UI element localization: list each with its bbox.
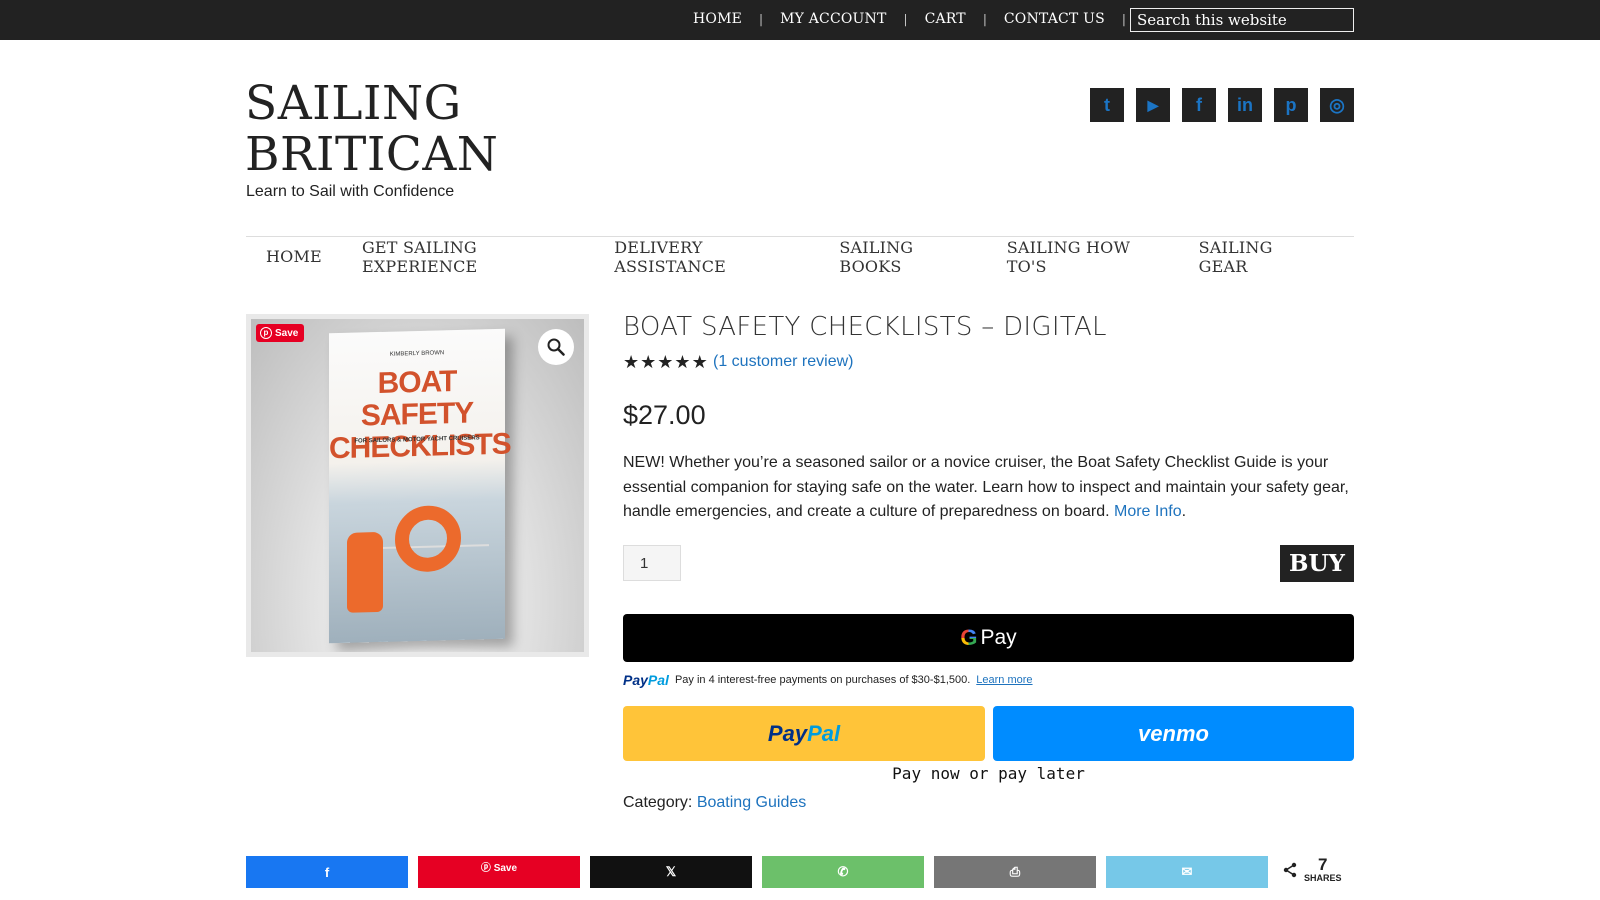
category-link[interactable]: Boating Guides	[697, 794, 806, 811]
product-price: $27.00	[623, 400, 706, 430]
paypal-logo: PayPal	[623, 672, 669, 688]
star-icon: ★	[623, 352, 640, 373]
print-icon: ⎙	[1009, 864, 1021, 879]
pinterest-save-button[interactable]: p Save	[256, 324, 305, 342]
topnav-separator: |	[759, 12, 764, 26]
learn-more-link[interactable]: Learn more	[976, 674, 1032, 686]
product-description-text: NEW! Whether you’re a seasoned sailor or…	[623, 454, 1349, 520]
share-email-button[interactable]: ✉	[1106, 856, 1268, 888]
site-title-line1: SAILING	[245, 76, 462, 131]
topnav-contact-us[interactable]: CONTACT US	[1004, 11, 1105, 27]
customer-review-link[interactable]: (1 customer review)	[713, 353, 853, 371]
topnav-home[interactable]: HOME	[693, 11, 742, 27]
share-facebook-button[interactable]: f	[246, 856, 408, 888]
pinterest-icon: p	[260, 327, 272, 339]
share-pinterest-label: Save	[493, 863, 518, 874]
mainnav-home[interactable]: HOME	[266, 247, 322, 266]
instagram-icon[interactable]: ◎	[1320, 88, 1354, 122]
social-links: t ▶ f in p ◎	[1090, 88, 1354, 122]
share-print-button[interactable]: ⎙	[934, 856, 1096, 888]
email-icon: ✉	[1181, 864, 1193, 879]
pinterest-save-label: Save	[275, 327, 299, 339]
youtube-icon[interactable]: ▶	[1136, 88, 1170, 122]
share-x-button[interactable]: 𝕏	[590, 856, 752, 888]
magnifier-icon	[547, 338, 565, 356]
pinterest-icon: ⓟ	[480, 863, 494, 874]
buoy-graphic	[347, 531, 383, 613]
book-author: KIMBERLY BROWN	[389, 350, 445, 358]
share-bar: f ⓟ Save 𝕏 ✆ ⎙ ✉	[246, 856, 1268, 888]
star-icon: ★	[691, 352, 708, 373]
product-category: Category: Boating Guides	[623, 794, 806, 812]
book-title: BOAT SAFETY CHECKLISTS	[329, 364, 511, 466]
twitter-icon[interactable]: t	[1090, 88, 1124, 122]
topnav-cart[interactable]: CART	[925, 11, 966, 27]
zoom-button[interactable]	[538, 329, 574, 365]
topnav-separator: |	[1121, 12, 1126, 26]
paypal-button[interactable]: Pay Pal	[623, 706, 985, 761]
google-pay-button[interactable]: G Pay	[623, 614, 1354, 662]
mainnav-get-sailing-experience[interactable]: GET SAILING EXPERIENCE	[362, 238, 574, 276]
paypal-pay-later-message: PayPal Pay in 4 interest-free payments o…	[623, 672, 1033, 688]
site-title[interactable]: SAILING BRITICAN	[245, 78, 498, 180]
venmo-label: venmo	[1138, 720, 1209, 746]
paypal-logo-part2: Pal	[647, 672, 669, 688]
paypal-button-label-part1: Pay	[767, 720, 808, 746]
topnav-my-account[interactable]: MY ACCOUNT	[780, 11, 886, 27]
linkedin-icon[interactable]: in	[1228, 88, 1262, 122]
facebook-icon[interactable]: f	[1182, 88, 1216, 122]
buy-button[interactable]: BUY	[1280, 545, 1354, 582]
star-icon: ★	[640, 352, 657, 373]
product-title: BOAT SAFETY CHECKLISTS – DIGITAL	[623, 312, 1107, 342]
paypal-button-label-part2: Pal	[807, 720, 841, 746]
site-title-line2: BRITICAN	[245, 127, 499, 182]
search-input[interactable]	[1130, 8, 1354, 32]
top-nav: HOME | MY ACCOUNT | CART | CONTACT US |	[693, 11, 1143, 27]
product-description: NEW! Whether you’re a seasoned sailor or…	[623, 454, 1349, 520]
topnav-separator: |	[903, 12, 908, 26]
site-tagline: Learn to Sail with Confidence	[246, 183, 455, 200]
share-pinterest-button[interactable]: ⓟ Save	[418, 856, 580, 888]
star-icon: ★	[674, 352, 691, 373]
mainnav-sailing-books[interactable]: SAILING BOOKS	[839, 238, 966, 276]
mainnav-sailing-gear[interactable]: SAILING GEAR	[1199, 238, 1314, 276]
x-icon: 𝕏	[665, 864, 677, 879]
facebook-icon: f	[324, 864, 330, 880]
quantity-input[interactable]	[623, 545, 681, 581]
share-count: 7 SHARES	[1282, 855, 1342, 883]
pinterest-icon[interactable]: p	[1274, 88, 1308, 122]
paypal-logo-part1: Pay	[623, 672, 648, 688]
main-nav: HOME GET SAILING EXPERIENCE DELIVERY ASS…	[246, 236, 1354, 276]
star-icon: ★	[657, 352, 674, 373]
book-title-line1: BOAT SAFETY	[360, 364, 474, 433]
whatsapp-icon: ✆	[837, 864, 849, 879]
book-cover: KIMBERLY BROWN BOAT SAFETY CHECKLISTS FO…	[329, 328, 511, 644]
category-label: Category:	[623, 794, 693, 811]
star-rating: ★ ★ ★ ★ ★	[623, 354, 708, 372]
share-count-block: 7 SHARES	[1304, 855, 1342, 883]
pay-now-or-later-text: Pay now or pay later	[892, 764, 1085, 783]
google-pay-label: Pay	[980, 626, 1017, 649]
mainnav-delivery-assistance[interactable]: DELIVERY ASSISTANCE	[614, 238, 799, 276]
top-bar: HOME | MY ACCOUNT | CART | CONTACT US |	[0, 0, 1600, 40]
share-count-number: 7	[1318, 855, 1328, 874]
share-whatsapp-button[interactable]: ✆	[762, 856, 924, 888]
share-count-label: SHARES	[1304, 873, 1342, 883]
topnav-separator: |	[982, 12, 987, 26]
life-ring-graphic	[395, 504, 461, 573]
book-title-line2: CHECKLISTS	[329, 427, 511, 466]
google-g-icon: G	[960, 625, 978, 650]
product-image[interactable]: KIMBERLY BROWN BOAT SAFETY CHECKLISTS FO…	[246, 314, 589, 657]
paylater-text: Pay in 4 interest-free payments on purch…	[674, 674, 971, 686]
mainnav-sailing-how-tos[interactable]: SAILING HOW TO'S	[1007, 238, 1159, 276]
pinterest-save-text: ⓟ Save	[481, 859, 517, 874]
share-icon	[1283, 862, 1297, 878]
more-info-link[interactable]: More Info	[1114, 503, 1182, 520]
venmo-button[interactable]: venmo	[993, 706, 1354, 761]
